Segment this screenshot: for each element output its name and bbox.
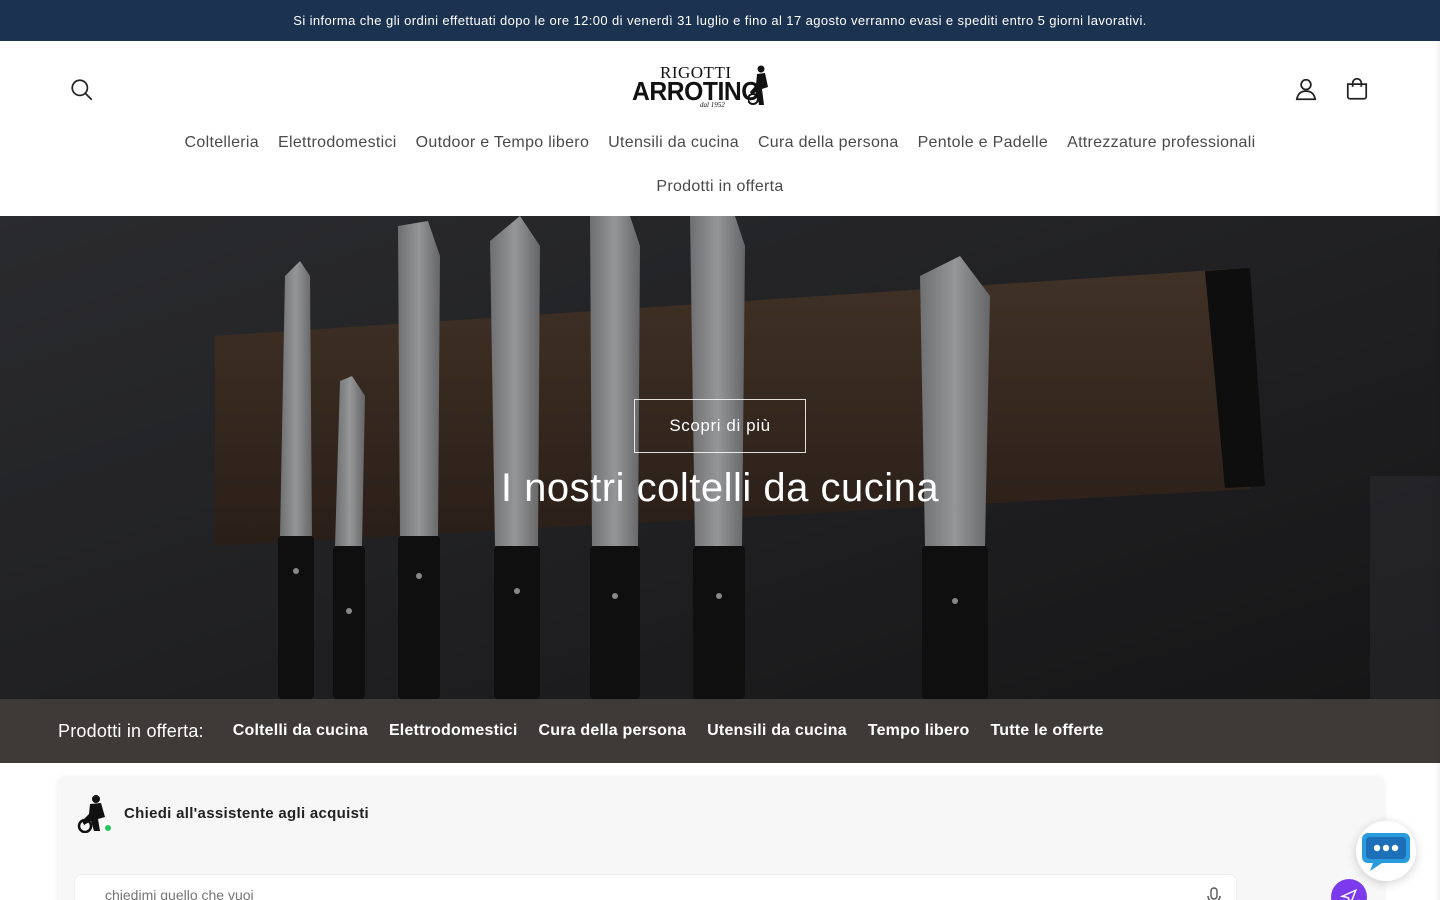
- send-icon: [1340, 888, 1358, 900]
- offer-link-elettrodomestici[interactable]: Elettrodomestici: [389, 722, 518, 740]
- chat-bubble-icon: [1362, 833, 1410, 871]
- nav-item-pentole[interactable]: Pentole e Padelle: [908, 131, 1058, 155]
- offer-link-tempo-libero[interactable]: Tempo libero: [868, 722, 970, 740]
- announcement-text: Si informa che gli ordini effettuati dop…: [293, 13, 1147, 28]
- offers-label: Prodotti in offerta:: [58, 720, 204, 741]
- chat-launcher-button[interactable]: [1356, 821, 1416, 881]
- logo-sub-text: dal 1952: [700, 101, 725, 109]
- announcement-bar: Si informa che gli ordini effettuati dop…: [0, 0, 1440, 41]
- hero-title: I nostri coltelli da cucina: [500, 466, 940, 510]
- nav-item-prodotti-offerta[interactable]: Prodotti in offerta: [656, 178, 783, 195]
- account-button[interactable]: [1289, 72, 1323, 106]
- discover-more-button[interactable]: Scopri di più: [634, 399, 806, 453]
- search-button[interactable]: [65, 73, 99, 107]
- nav-item-attrezzature[interactable]: Attrezzature professionali: [1058, 131, 1265, 155]
- nav-item-cura-persona[interactable]: Cura della persona: [748, 131, 908, 155]
- hero-overlay: [0, 216, 1440, 699]
- send-button[interactable]: [1331, 879, 1367, 900]
- cart-button[interactable]: [1340, 72, 1374, 106]
- main-nav-second-row: Prodotti in offerta: [0, 178, 1440, 196]
- search-icon: [71, 79, 93, 101]
- online-status-dot: [103, 823, 113, 833]
- main-nav: Coltelleria Elettrodomestici Outdoor e T…: [0, 131, 1440, 155]
- page-edge-shadow: [1434, 41, 1440, 900]
- assistant-input-box: [74, 874, 1237, 900]
- offer-link-coltelli[interactable]: Coltelli da cucina: [233, 722, 368, 740]
- offers-bar: Prodotti in offerta: Coltelli da cucina …: [0, 699, 1440, 763]
- assistant-title: Chiedi all'assistente agli acquisti: [124, 805, 369, 822]
- offer-link-cura-persona[interactable]: Cura della persona: [539, 722, 687, 740]
- nav-item-outdoor[interactable]: Outdoor e Tempo libero: [406, 131, 599, 155]
- nav-item-coltelleria[interactable]: Coltelleria: [175, 131, 268, 155]
- offer-link-tutte[interactable]: Tutte le offerte: [990, 722, 1103, 740]
- logo-main-text: ARROTINO: [632, 76, 760, 106]
- knife-grinder-figure-icon: [748, 65, 768, 105]
- site-logo[interactable]: RIGOTTI ARROTINO dal 1952: [628, 63, 772, 109]
- nav-item-elettrodomestici[interactable]: Elettrodomestici: [269, 131, 407, 155]
- site-header: RIGOTTI ARROTINO dal 1952 Coltelleria El…: [0, 41, 1440, 216]
- assistant-question-input[interactable]: [105, 887, 1185, 900]
- offer-link-utensili[interactable]: Utensili da cucina: [707, 722, 847, 740]
- shopping-assistant-panel: Chiedi all'assistente agli acquisti: [58, 777, 1384, 900]
- shopping-bag-icon: [1346, 77, 1368, 100]
- hero-banner: Scopri di più I nostri coltelli da cucin…: [0, 216, 1440, 699]
- microphone-icon[interactable]: [1205, 886, 1223, 900]
- user-icon: [1295, 78, 1317, 101]
- nav-item-utensili[interactable]: Utensili da cucina: [599, 131, 749, 155]
